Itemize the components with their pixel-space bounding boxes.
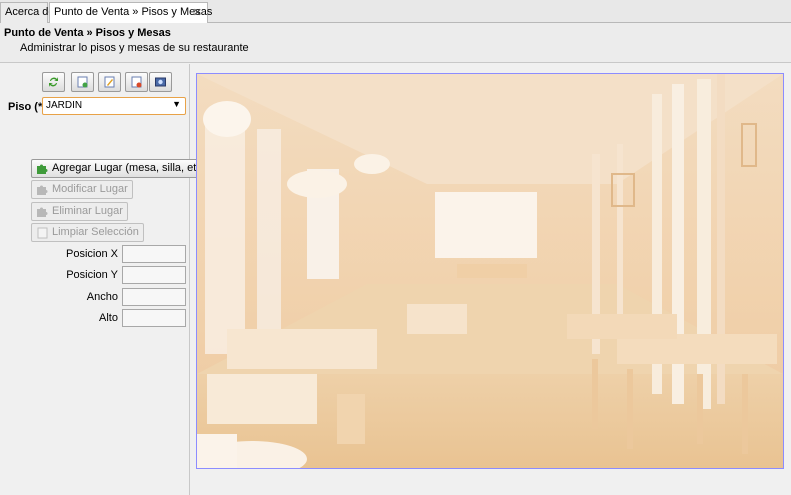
- close-icon[interactable]: ✕: [193, 6, 202, 19]
- pos-x-field[interactable]: [122, 245, 186, 263]
- tab-label: Acerca de: [5, 6, 55, 18]
- tab-bar: Acerca de Punto de Venta » Pisos y Mesas…: [0, 0, 791, 24]
- clear-icon: [37, 227, 48, 239]
- floor-select-value: JARDIN: [46, 100, 83, 111]
- left-panel: Piso (*) JARDIN ▼ Agregar Lugar (mesa, s…: [0, 64, 211, 495]
- image-button[interactable]: [149, 72, 172, 92]
- clear-selection-button[interactable]: Limpiar Selección: [31, 223, 144, 242]
- new-floor-icon: [77, 76, 88, 88]
- new-floor-button[interactable]: [71, 72, 94, 92]
- floor-canvas[interactable]: [196, 73, 784, 469]
- pos-y-field[interactable]: [122, 266, 186, 284]
- width-field[interactable]: [122, 288, 186, 306]
- clear-selection-label: Limpiar Selección: [52, 226, 139, 238]
- height-label: Alto: [99, 312, 118, 324]
- floor-label: Piso (*): [8, 101, 46, 113]
- delete-floor-button[interactable]: [125, 72, 148, 92]
- add-place-button[interactable]: Agregar Lugar (mesa, silla, etc): [31, 159, 211, 178]
- puzzle-add-icon: [37, 164, 48, 174]
- modify-place-label: Modificar Lugar: [52, 183, 128, 195]
- pos-x-label: Posicion X: [66, 248, 118, 260]
- refresh-button[interactable]: [42, 72, 65, 92]
- edit-floor-icon: [104, 76, 115, 88]
- chevron-down-icon: ▼: [172, 99, 181, 109]
- height-field[interactable]: [122, 309, 186, 327]
- width-label: Ancho: [86, 291, 118, 303]
- page-title: Punto de Venta » Pisos y Mesas: [4, 27, 171, 39]
- tab-label: Punto de Venta » Pisos y Mesas: [54, 6, 213, 18]
- pos-y-label: Posicion Y: [66, 269, 118, 281]
- delete-floor-icon: [131, 76, 142, 88]
- page-subtitle: Administrar lo pisos y mesas de su resta…: [20, 42, 249, 54]
- puzzle-edit-icon: [37, 185, 48, 195]
- edit-floor-button[interactable]: [98, 72, 121, 92]
- tab-pisos-y-mesas[interactable]: Punto de Venta » Pisos y Mesas ✕: [49, 2, 212, 24]
- image-icon: [155, 77, 166, 87]
- page-header: Punto de Venta » Pisos y Mesas Administr…: [0, 23, 791, 63]
- modify-place-button[interactable]: Modificar Lugar: [31, 180, 133, 199]
- delete-place-label: Eliminar Lugar: [52, 205, 123, 217]
- delete-place-button[interactable]: Eliminar Lugar: [31, 202, 128, 221]
- refresh-icon: [49, 77, 58, 87]
- add-place-label: Agregar Lugar (mesa, silla, etc): [52, 162, 206, 174]
- restaurant-background-image: [197, 74, 783, 468]
- tab-acerca-de[interactable]: Acerca de: [0, 2, 55, 23]
- puzzle-delete-icon: [37, 207, 48, 217]
- floor-select[interactable]: JARDIN ▼: [42, 97, 186, 115]
